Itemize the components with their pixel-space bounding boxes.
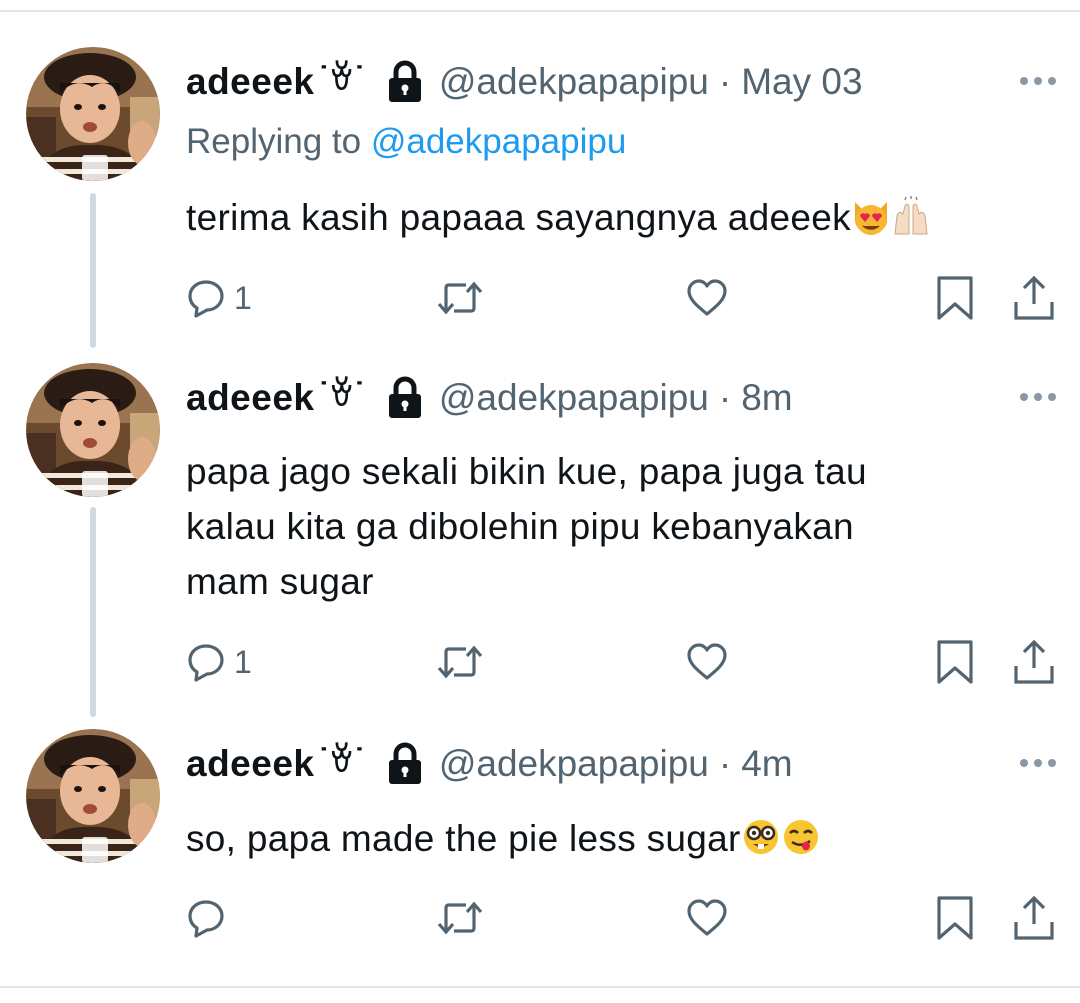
savoring-food-emoji <box>783 820 818 854</box>
tweet-actions: 1 <box>0 632 1080 692</box>
tweet-header: adeeek ˙ꈊ˙ @adekpapapipu · May 03 <box>186 52 863 112</box>
replying-mention-link[interactable]: @adekpapapipu <box>371 122 626 161</box>
retweet-button[interactable] <box>436 268 484 328</box>
tweet-text: terima kasih papaaa sayangnya adeeek <box>186 190 1046 245</box>
heart-eyes-cat-emoji <box>854 202 887 235</box>
reply-icon <box>188 644 224 682</box>
share-icon <box>1014 639 1054 684</box>
display-name-kaomoji: ˙ꈊ˙ <box>318 376 365 412</box>
retweet-icon <box>437 281 483 315</box>
tweet-text-line: mam sugar <box>186 561 374 602</box>
separator-dot: · <box>718 377 732 418</box>
display-name[interactable]: adeeek <box>186 743 315 785</box>
retweet-icon <box>437 901 483 935</box>
bottom-divider <box>0 986 1080 988</box>
tweet-header: adeeek ˙ꈊ˙ @adekpapapipu · 4m <box>186 734 793 794</box>
like-icon <box>687 643 727 680</box>
retweet-button[interactable] <box>436 888 484 948</box>
reply-count: 1 <box>234 279 252 316</box>
like-button[interactable] <box>686 632 728 692</box>
user-handle[interactable]: @adekpapapipu <box>439 743 709 785</box>
separator-dot: · <box>718 61 732 102</box>
share-button[interactable] <box>1012 268 1056 328</box>
bookmark-button[interactable] <box>935 632 975 692</box>
retweet-icon <box>437 645 483 679</box>
tweet-text-content: terima kasih papaaa sayangnya adeeek <box>186 197 851 238</box>
timestamp[interactable]: May 03 <box>741 61 862 103</box>
display-name-kaomoji: ˙ꈊ˙ <box>318 742 365 778</box>
reply-icon <box>188 280 224 318</box>
user-handle[interactable]: @adekpapapipu <box>439 377 709 419</box>
bookmark-icon <box>937 640 973 684</box>
replying-to: Replying to @adekpapapipu <box>186 122 626 162</box>
more-icon[interactable] <box>1018 391 1058 403</box>
tweet-actions: 1 <box>0 268 1080 328</box>
reply-button[interactable]: 1 <box>186 632 252 692</box>
like-icon <box>687 899 727 936</box>
share-button[interactable] <box>1012 632 1056 692</box>
reply-icon <box>188 900 224 938</box>
like-button[interactable] <box>686 888 728 948</box>
bookmark-icon <box>937 276 973 320</box>
tweet-actions <box>0 888 1080 948</box>
tweet-text-line: kalau kita ga dibolehin pipu kebanyakan <box>186 506 854 547</box>
more-icon[interactable] <box>1018 75 1058 87</box>
share-button[interactable] <box>1012 888 1056 948</box>
like-button[interactable] <box>686 268 728 328</box>
tweet-text-content: so, papa made the pie less sugar <box>186 818 741 859</box>
share-icon <box>1014 895 1054 940</box>
avatar[interactable] <box>26 47 160 181</box>
tweet[interactable]: adeeek ˙ꈊ˙ @adekpapapipu · 8m papa jago … <box>0 350 1080 718</box>
tweet[interactable]: adeeek ˙ꈊ˙ @adekpapapipu · May 03 Replyi… <box>0 0 1080 350</box>
reply-button[interactable]: 1 <box>186 268 252 328</box>
tweet-header: adeeek ˙ꈊ˙ @adekpapapipu · 8m <box>186 368 793 428</box>
lock-icon <box>388 60 421 102</box>
bookmark-button[interactable] <box>935 268 975 328</box>
nerd-face-emoji <box>743 820 778 854</box>
retweet-button[interactable] <box>436 632 484 692</box>
share-icon <box>1014 275 1054 320</box>
replying-prefix: Replying to <box>186 122 362 161</box>
separator-dot: · <box>718 743 732 784</box>
user-handle[interactable]: @adekpapapipu <box>439 61 709 103</box>
avatar[interactable] <box>26 363 160 497</box>
display-name[interactable]: adeeek <box>186 61 315 103</box>
lock-icon <box>388 376 421 418</box>
display-name[interactable]: adeeek <box>186 377 315 419</box>
timestamp[interactable]: 8m <box>741 377 792 419</box>
tweet-text: so, papa made the pie less sugar <box>186 811 1046 866</box>
raising-hands-emoji <box>894 196 928 235</box>
tweet-text: papa jago sekali bikin kue, papa juga ta… <box>186 444 1046 609</box>
bookmark-button[interactable] <box>935 888 975 948</box>
lock-icon <box>388 742 421 784</box>
reply-button[interactable] <box>186 888 234 948</box>
tweet[interactable]: adeeek ˙ꈊ˙ @adekpapapipu · 4m so, papa m… <box>0 718 1080 986</box>
tweet-text-line: papa jago sekali bikin kue, papa juga ta… <box>186 451 867 492</box>
display-name-kaomoji: ˙ꈊ˙ <box>318 60 365 96</box>
timestamp[interactable]: 4m <box>741 743 792 785</box>
reply-count: 1 <box>234 643 252 680</box>
more-icon[interactable] <box>1018 757 1058 769</box>
bookmark-icon <box>937 896 973 940</box>
like-icon <box>687 279 727 316</box>
avatar[interactable] <box>26 729 160 863</box>
